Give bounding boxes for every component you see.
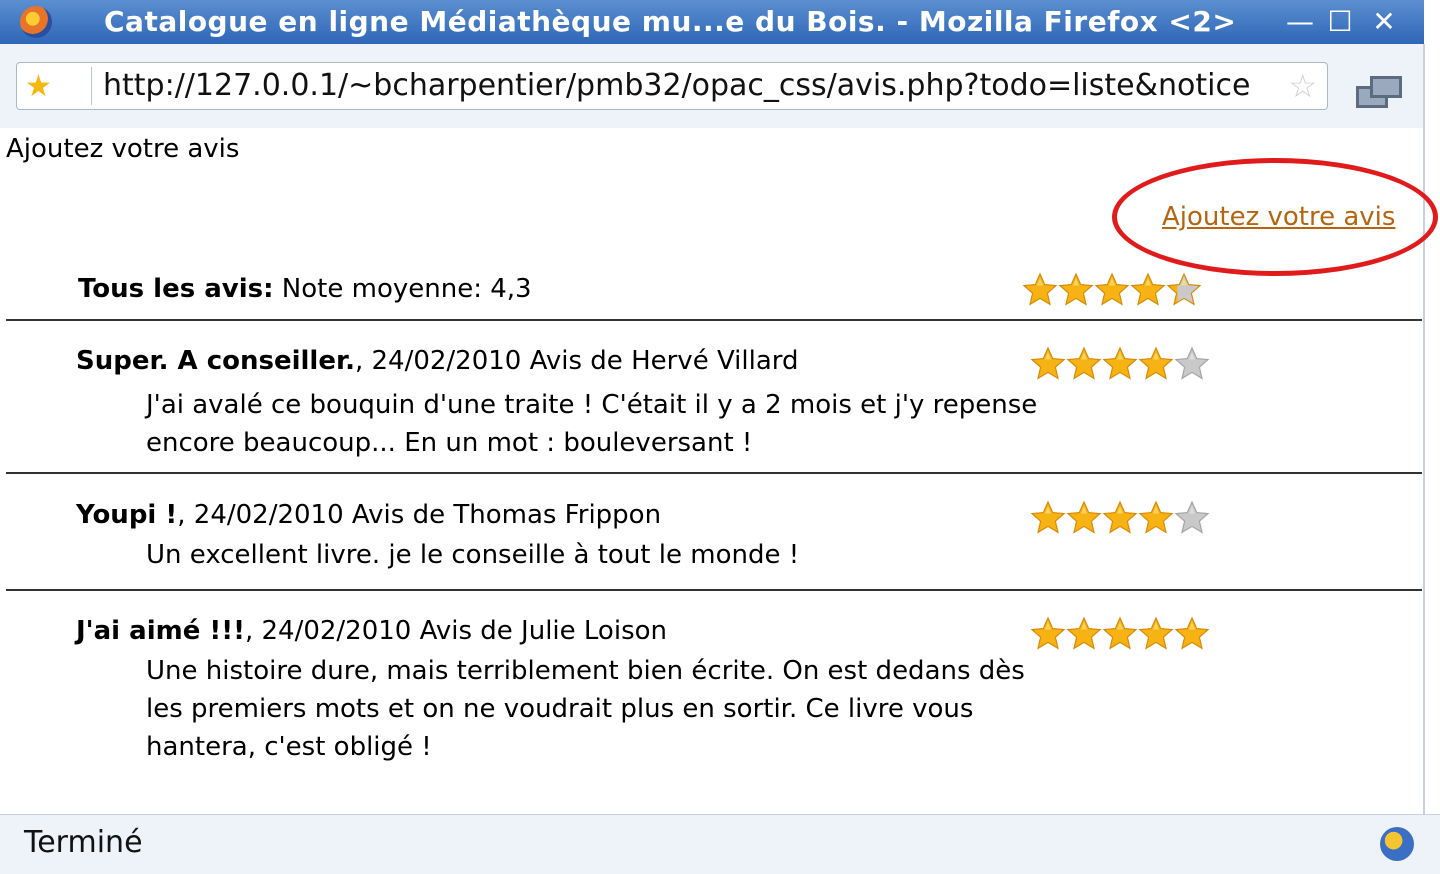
star-full-icon xyxy=(1066,346,1102,380)
summary-average: Note moyenne: 4,3 xyxy=(273,274,532,304)
separator-rule xyxy=(6,472,1422,474)
star-full-icon xyxy=(1130,272,1166,306)
close-button[interactable]: ✕ xyxy=(1368,6,1400,38)
star-empty-icon xyxy=(1174,346,1210,380)
star-full-icon xyxy=(1102,346,1138,380)
highlight-circle xyxy=(1112,158,1438,276)
reviews-summary: Tous les avis: Note moyenne: 4,3 xyxy=(78,272,532,306)
security-status-icon[interactable] xyxy=(1380,827,1414,861)
page-title: Ajoutez votre avis xyxy=(6,134,240,164)
review-meta: , 24/02/2010 Avis de Thomas Frippon xyxy=(177,500,662,530)
status-bar: Terminé xyxy=(0,814,1440,874)
review-meta: , 24/02/2010 Avis de Julie Loison xyxy=(244,616,667,646)
star-full-icon xyxy=(1066,616,1102,650)
review-title: Super. A conseiller. xyxy=(76,346,355,376)
review-text: Un excellent livre. je le conseille à to… xyxy=(146,540,800,570)
review-rating-stars xyxy=(1030,346,1210,382)
summary-label: Tous les avis: xyxy=(78,274,274,304)
star-full-icon xyxy=(1138,500,1174,534)
star-full-icon xyxy=(1138,346,1174,380)
window-titlebar: Catalogue en ligne Médiathèque mu...e du… xyxy=(0,0,1424,44)
review-meta: , 24/02/2010 Avis de Hervé Villard xyxy=(354,346,799,376)
review-rating-stars xyxy=(1030,616,1210,652)
star-partial-icon xyxy=(1166,272,1202,306)
star-full-icon xyxy=(1030,616,1066,650)
star-full-icon xyxy=(1030,346,1066,380)
separator-rule xyxy=(6,589,1422,591)
status-text: Terminé xyxy=(24,825,143,860)
window-title: Catalogue en ligne Médiathèque mu...e du… xyxy=(104,5,1237,38)
star-full-icon xyxy=(1030,500,1066,534)
star-full-icon xyxy=(1138,616,1174,650)
review-header: J'ai aimé !!!, 24/02/2010 Avis de Julie … xyxy=(76,614,667,648)
review-title: J'ai aimé !!! xyxy=(76,616,245,646)
star-full-icon xyxy=(1102,500,1138,534)
address-bar-separator xyxy=(91,67,92,105)
tabs-icon[interactable] xyxy=(1352,72,1404,108)
star-empty-icon xyxy=(1174,500,1210,534)
star-full-icon xyxy=(1094,272,1130,306)
navigation-toolbar: ★ http://127.0.0.1/~bcharpentier/pmb32/o… xyxy=(0,44,1424,128)
star-full-icon xyxy=(1022,272,1058,306)
site-identity-star-icon[interactable]: ★ xyxy=(25,69,52,105)
summary-rating-stars xyxy=(1022,272,1202,308)
star-full-icon xyxy=(1066,500,1102,534)
url-text[interactable]: http://127.0.0.1/~bcharpentier/pmb32/opa… xyxy=(103,63,1283,109)
review-text: J'ai avalé ce bouquin d'une traite ! C'é… xyxy=(146,390,1038,458)
review-header: Youpi !, 24/02/2010 Avis de Thomas Fripp… xyxy=(76,498,661,532)
content-border xyxy=(1423,44,1425,814)
separator-rule xyxy=(6,319,1422,321)
star-full-icon xyxy=(1174,616,1210,650)
bookmark-star-icon[interactable]: ☆ xyxy=(1288,67,1317,105)
review-text: Une histoire dure, mais terriblement bie… xyxy=(146,656,1025,762)
review-header: Super. A conseiller., 24/02/2010 Avis de… xyxy=(76,344,799,378)
star-full-icon xyxy=(1102,616,1138,650)
maximize-button[interactable]: ☐ xyxy=(1324,6,1356,38)
review-rating-stars xyxy=(1030,500,1210,536)
firefox-icon[interactable] xyxy=(20,6,52,38)
review-title: Youpi ! xyxy=(76,500,178,530)
minimize-button[interactable]: — xyxy=(1284,6,1316,38)
address-bar[interactable]: ★ http://127.0.0.1/~bcharpentier/pmb32/o… xyxy=(16,62,1328,110)
star-full-icon xyxy=(1058,272,1094,306)
